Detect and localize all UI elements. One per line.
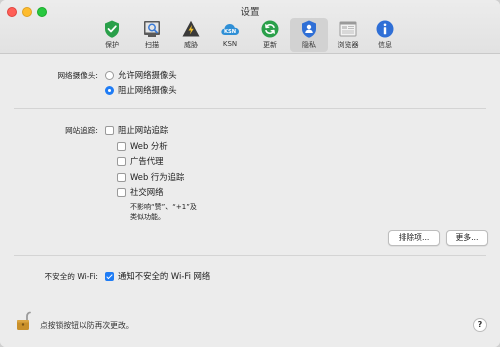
ksn-cloud-icon: KSN — [221, 24, 239, 35]
block-webcam-label[interactable]: 阻止网络摄像头 — [118, 84, 177, 96]
preferences-toolbar: 保护 扫描 威胁 KSN KSN 更新 隐私 浏览器 信息 — [0, 18, 500, 52]
privacy-icon — [302, 20, 316, 38]
window-title: 设置 — [240, 7, 260, 18]
social-networks-checkbox[interactable] — [117, 188, 126, 197]
more-button[interactable]: 更多... — [446, 230, 488, 246]
web-behavior-checkbox[interactable] — [117, 173, 126, 182]
tab-protection[interactable]: 保护 — [93, 18, 131, 52]
tab-label: 浏览器 — [337, 41, 359, 49]
block-tracking-label[interactable]: 阻止网站追踪 — [118, 124, 168, 136]
threat-icon — [182, 20, 200, 37]
tab-privacy[interactable]: 隐私 — [290, 18, 328, 52]
tab-update[interactable]: 更新 — [251, 18, 289, 52]
tab-label: 隐私 — [302, 41, 316, 49]
tab-browser[interactable]: 浏览器 — [329, 18, 367, 52]
tab-label: KSN — [222, 40, 238, 48]
tracking-section-label: 网站追踪: — [65, 126, 98, 135]
ad-agencies-checkbox[interactable] — [117, 157, 126, 166]
web-behavior-label[interactable]: Web 行为追踪 — [130, 171, 184, 183]
tab-label: 更新 — [263, 41, 277, 49]
exclusions-button[interactable]: 排除项... — [388, 230, 440, 246]
webcam-section-label: 网络摄像头: — [57, 71, 98, 80]
lock-open-icon[interactable] — [16, 311, 32, 331]
social-networks-label[interactable]: 社交网络 — [130, 186, 164, 198]
notify-insecure-wifi-label[interactable]: 通知不安全的 Wi-Fi 网络 — [118, 270, 210, 282]
wifi-section-label: 不安全的 Wi-Fi: — [44, 272, 98, 281]
tab-label: 信息 — [378, 41, 392, 49]
privacy-pane: 网络摄像头: 允许网络摄像头 阻止网络摄像头 网站追踪: 阻止网站追踪 Web … — [0, 55, 500, 347]
web-analytics-label[interactable]: Web 分析 — [130, 140, 168, 152]
social-note-line1: 不影响“赞”、“+1”及 — [130, 203, 197, 211]
scan-icon — [144, 21, 160, 37]
tab-label: 扫描 — [145, 41, 159, 49]
allow-webcam-label[interactable]: 允许网络摄像头 — [118, 69, 177, 81]
help-button[interactable]: ? — [473, 318, 487, 332]
update-icon — [261, 20, 279, 38]
tab-ksn[interactable]: KSN KSN — [211, 18, 249, 52]
title-bar: 设置 保护 扫描 威胁 KSN KSN 更新 隐私 浏览器 信息 — [0, 0, 500, 54]
web-analytics-checkbox[interactable] — [117, 142, 126, 151]
block-webcam-radio[interactable] — [105, 86, 114, 95]
tab-info[interactable]: 信息 — [366, 18, 404, 52]
svg-text:KSN: KSN — [224, 29, 236, 35]
settings-window: 设置 保护 扫描 威胁 KSN KSN 更新 隐私 浏览器 信息 网络摄像头: … — [0, 0, 500, 347]
block-tracking-checkbox[interactable] — [105, 126, 114, 135]
ad-agencies-label[interactable]: 广告代理 — [130, 155, 164, 167]
tab-scan[interactable]: 扫描 — [133, 18, 171, 52]
tab-label: 保护 — [105, 41, 119, 49]
browser-icon — [339, 21, 357, 37]
tab-label: 威胁 — [184, 41, 198, 49]
section-divider — [14, 108, 486, 109]
lock-hint-text: 点按锁按钮以防再次更改。 — [40, 321, 134, 330]
allow-webcam-radio[interactable] — [105, 71, 114, 80]
notify-insecure-wifi-checkbox[interactable] — [105, 272, 114, 281]
social-note-line2: 类似功能。 — [130, 213, 165, 221]
section-divider — [14, 255, 486, 256]
shield-icon — [105, 20, 119, 38]
info-icon — [376, 20, 394, 38]
tab-threats[interactable]: 威胁 — [172, 18, 210, 52]
